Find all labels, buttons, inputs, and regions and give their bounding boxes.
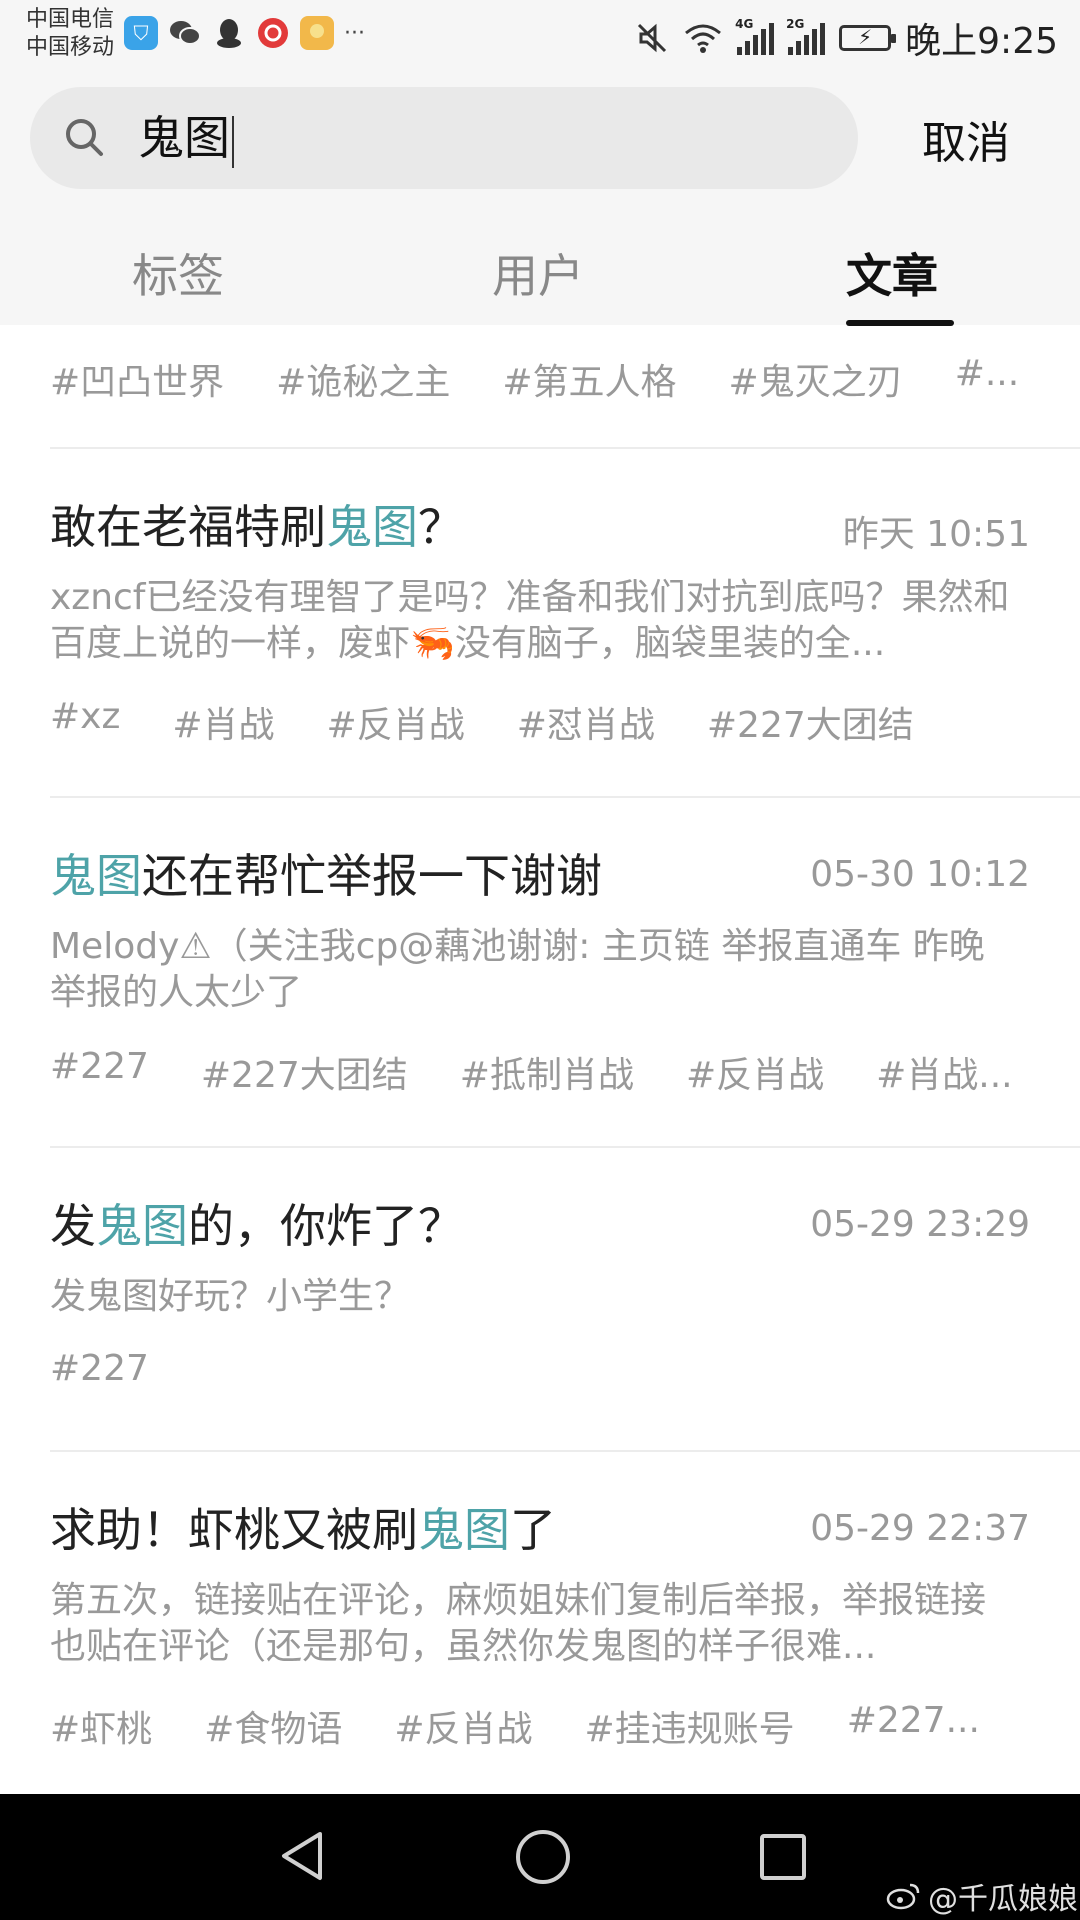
list-item[interactable]: 发鬼图的，你炸了？ 05-29 23:29 发鬼图好玩？小学生？ #227 xyxy=(0,1148,1080,1450)
status-bar: 中国电信 中国移动 ⛉ ··· 4G 2G ⚡ 晚上9:25 xyxy=(0,0,1080,72)
tab-tags[interactable]: 标签 xyxy=(132,240,224,306)
carrier-2: 中国移动 xyxy=(26,35,115,60)
home-icon[interactable] xyxy=(516,1830,570,1884)
tag[interactable]: #诡秘之主 xyxy=(276,353,450,405)
carrier-info: 中国电信 中国移动 xyxy=(26,6,114,62)
tag[interactable]: #肖战... xyxy=(876,1046,1013,1098)
mute-icon xyxy=(638,23,667,53)
article-time: 昨天 10:51 xyxy=(842,514,1030,555)
tag-row: #227 #227大团结 #抵制肖战 #反肖战 #肖战... xyxy=(50,1046,1065,1098)
title-highlight: 鬼图 xyxy=(96,1199,188,1253)
weibo-watermark: @千瓜娘娘 xyxy=(886,1874,1078,1918)
list-item-partial[interactable]: #凹凸世界 #诡秘之主 #第五人格 #鬼灭之刃 #... xyxy=(0,325,1080,447)
weibo-icon xyxy=(886,1883,920,1910)
title-highlight: 鬼图 xyxy=(50,849,142,903)
article-excerpt: 发鬼图好玩？小学生？ xyxy=(50,1276,411,1317)
signal-2g-label: 2G xyxy=(786,17,805,31)
wechat-icon xyxy=(168,16,202,50)
article-title: 敢在老福特刷鬼图？ xyxy=(50,499,464,555)
text-caret xyxy=(232,115,234,168)
title-text: 了 xyxy=(510,1503,556,1557)
qq-icon xyxy=(212,16,246,50)
title-text: 的，你炸了？ xyxy=(188,1199,464,1253)
list-item[interactable]: 敢在老福特刷鬼图？ 昨天 10:51 xzncf已经没有理智了是吗？准备和我们对… xyxy=(0,449,1080,796)
article-excerpt: Melody⚠（关注我cp@藕池谢谢: 主页链 举报直通车 昨晚举报的人太少了 xyxy=(50,926,985,1013)
tag-row: #虾桃 #食物语 #反肖战 #挂违规账号 #227... xyxy=(50,1700,1032,1752)
back-icon[interactable] xyxy=(278,1830,326,1882)
tag[interactable]: #鬼灭之刃 xyxy=(729,353,903,405)
tag[interactable]: #反肖战 xyxy=(394,1700,532,1752)
status-indicators: 4G 2G ⚡ 晚上9:25 xyxy=(635,12,1058,64)
article-results-list: #凹凸世界 #诡秘之主 #第五人格 #鬼灭之刃 #... 敢在老福特刷鬼图？ 昨… xyxy=(0,325,1080,1792)
tag[interactable]: #抵制肖战 xyxy=(460,1046,634,1098)
shield-app-icon: ⛉ xyxy=(124,16,158,50)
game-app-icon xyxy=(300,16,334,50)
search-header: 鬼图 取消 标签 用户 文章 xyxy=(0,72,1080,326)
signal-4g-icon: 4G xyxy=(735,17,775,55)
signal-4g-label: 4G xyxy=(735,17,754,31)
article-title: 求助！虾桃又被刷鬼图了 xyxy=(50,1502,556,1558)
tag[interactable]: #227大团结 xyxy=(707,696,914,748)
tag[interactable]: #... xyxy=(955,353,1020,405)
title-text: 敢在老福特刷 xyxy=(50,500,326,554)
wifi-icon xyxy=(685,24,722,53)
title-text: 发 xyxy=(50,1199,96,1253)
search-query: 鬼图 xyxy=(138,109,234,168)
tag[interactable]: #虾桃 xyxy=(50,1700,152,1752)
battery-charging-icon: ⚡ xyxy=(839,25,897,51)
list-item[interactable]: 鬼图还在帮忙举报一下谢谢 05-30 10:12 Melody⚠（关注我cp@藕… xyxy=(0,798,1080,1146)
more-notifications-icon: ··· xyxy=(344,20,365,46)
tag[interactable]: #227... xyxy=(847,1700,980,1752)
list-item[interactable]: 求助！虾桃又被刷鬼图了 05-29 22:37 第五次，链接贴在评论，麻烦姐妹们… xyxy=(0,1452,1080,1792)
signal-2g-icon: 2G xyxy=(786,17,826,55)
tag-row: #227 xyxy=(50,1348,201,1389)
title-text: 求助！虾桃又被刷 xyxy=(50,1503,418,1557)
title-text: 还在帮忙举报一下谢谢 xyxy=(142,849,602,903)
title-highlight: 鬼图 xyxy=(418,1503,510,1557)
article-excerpt: xzncf已经没有理智了是吗？准备和我们对抗到底吗？果然和百度上说的一样，废虾🦐… xyxy=(50,577,1010,664)
netease-music-icon xyxy=(256,16,290,50)
clock: 晚上9:25 xyxy=(905,21,1058,62)
carrier-1: 中国电信 xyxy=(26,7,115,32)
article-title: 鬼图还在帮忙举报一下谢谢 xyxy=(50,848,602,904)
title-text: ？ xyxy=(418,500,464,554)
tag-row: #xz #肖战 #反肖战 #怼肖战 #227大团结 xyxy=(50,696,966,748)
watermark-text: @千瓜娘娘 xyxy=(928,1882,1078,1917)
tag[interactable]: #反肖战 xyxy=(686,1046,824,1098)
search-icon xyxy=(66,119,103,156)
tag[interactable]: #凹凸世界 xyxy=(50,353,224,405)
article-time: 05-29 22:37 xyxy=(810,1508,1030,1549)
result-tabs: 标签 用户 文章 xyxy=(0,222,1080,326)
recent-apps-icon[interactable] xyxy=(760,1834,806,1880)
tag[interactable]: #反肖战 xyxy=(327,696,465,748)
tab-users[interactable]: 用户 xyxy=(492,240,584,306)
tag[interactable]: #第五人格 xyxy=(502,353,676,405)
tag[interactable]: #肖战 xyxy=(172,696,274,748)
tag[interactable]: #227大团结 xyxy=(201,1046,408,1098)
article-time: 05-29 23:29 xyxy=(810,1204,1030,1245)
search-query-text: 鬼图 xyxy=(138,111,230,165)
tag[interactable]: #食物语 xyxy=(204,1700,342,1752)
tag-row: #凹凸世界 #诡秘之主 #第五人格 #鬼灭之刃 #... xyxy=(50,353,1080,405)
article-excerpt: 第五次，链接贴在评论，麻烦姐妹们复制后举报，举报链接也贴在评论（还是那句，虽然你… xyxy=(50,1580,987,1667)
search-input[interactable]: 鬼图 xyxy=(30,87,858,189)
article-title: 发鬼图的，你炸了？ xyxy=(50,1198,464,1254)
tag[interactable]: #xz xyxy=(50,696,120,748)
tag[interactable]: #227 xyxy=(50,1348,149,1389)
article-time: 05-30 10:12 xyxy=(810,854,1030,895)
cancel-button[interactable]: 取消 xyxy=(922,107,1010,171)
tag[interactable]: #怼肖战 xyxy=(517,696,655,748)
tag[interactable]: #挂违规账号 xyxy=(585,1700,795,1752)
notification-icons: ⛉ ··· xyxy=(124,16,365,50)
tag[interactable]: #227 xyxy=(50,1046,149,1098)
tab-articles[interactable]: 文章 xyxy=(846,240,938,306)
title-highlight: 鬼图 xyxy=(326,500,418,554)
